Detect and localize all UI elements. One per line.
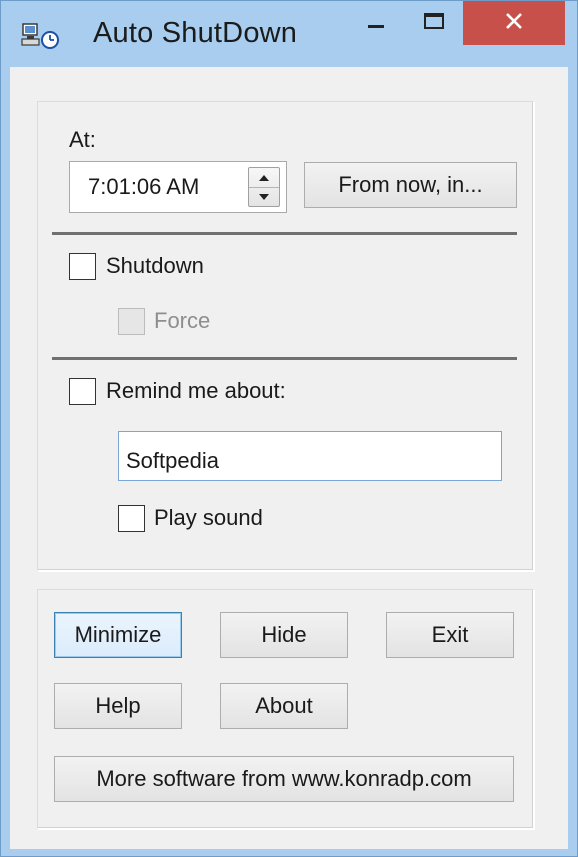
more-software-button[interactable]: More software from www.konradp.com: [54, 756, 514, 802]
spin-down-button[interactable]: [249, 187, 279, 206]
play-sound-checkbox[interactable]: [118, 505, 145, 532]
window-close-icon: [503, 10, 525, 37]
time-spinner[interactable]: [248, 167, 280, 207]
close-window-button[interactable]: [463, 1, 565, 45]
arrow-down-icon: [258, 188, 270, 206]
app-clock-icon[interactable]: [21, 21, 61, 51]
minimize-window-button[interactable]: [347, 1, 405, 45]
divider-top: [52, 232, 517, 235]
remind-label[interactable]: Remind me about:: [106, 378, 286, 404]
play-sound-label[interactable]: Play sound: [154, 505, 263, 531]
client-area: At: 7:01:06 AM From now, in... Shutdown: [10, 67, 568, 849]
hide-button[interactable]: Hide: [220, 612, 348, 658]
shutdown-label[interactable]: Shutdown: [106, 253, 204, 279]
exit-button[interactable]: Exit: [386, 612, 514, 658]
window-maximize-icon: [423, 11, 445, 36]
help-button[interactable]: Help: [54, 683, 182, 729]
time-value[interactable]: 7:01:06 AM: [88, 174, 199, 200]
title-bar[interactable]: Auto ShutDown: [1, 1, 577, 67]
divider-middle: [52, 357, 517, 360]
about-button[interactable]: About: [220, 683, 348, 729]
remind-checkbox[interactable]: [69, 378, 96, 405]
from-now-button[interactable]: From now, in...: [304, 162, 517, 208]
force-label: Force: [154, 308, 211, 333]
app-window: Auto ShutDown At: 7:01:06 AM From now, i…: [0, 0, 578, 857]
minimize-button[interactable]: Minimize: [54, 612, 182, 658]
time-picker[interactable]: 7:01:06 AM: [69, 161, 287, 213]
window-title: Auto ShutDown: [93, 17, 298, 49]
spin-up-button[interactable]: [249, 168, 279, 188]
shutdown-checkbox[interactable]: [69, 253, 96, 280]
maximize-window-button[interactable]: [405, 1, 463, 45]
at-label: At:: [69, 127, 96, 152]
reminder-text-input[interactable]: [118, 431, 502, 481]
force-checkbox: [118, 308, 145, 335]
window-minimize-icon: [366, 11, 386, 36]
arrow-up-icon: [258, 169, 270, 187]
